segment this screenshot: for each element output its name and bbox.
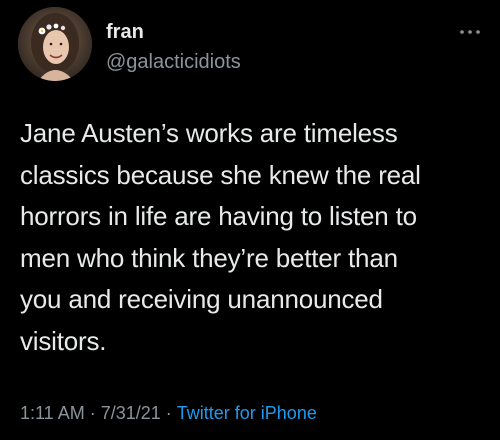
tweet-text-line: you and receiving unannounced [20,284,383,314]
tweet-metadata: 1:11 AM · 7/31/21 · Twitter for iPhone [20,402,317,424]
meta-separator: · [165,403,172,423]
user-handle[interactable]: @galacticidiots [106,50,241,74]
tweet-text-line: visitors. [20,325,107,356]
meta-separator: · [89,403,96,423]
tweet-date[interactable]: 7/31/21 [101,403,161,423]
more-options-button[interactable] [456,22,484,42]
tweet-text-line: horrors in life are having to listen to [20,201,417,231]
tweet-card: fran @galacticidiots Jane Austen’s works… [0,0,500,440]
tweet-text: Jane Austen’s works are timeless classic… [20,113,490,362]
tweet-text-line: classics because she knew the real [20,159,421,190]
tweet-time[interactable]: 1:11 AM [20,403,85,423]
tweet-source-link[interactable]: Twitter for iPhone [177,403,317,423]
tweet-text-line: Jane Austen’s works are timeless [20,118,398,148]
tweet-text-line: men who think they’re better than [20,242,398,273]
avatar[interactable] [18,7,92,81]
display-name[interactable]: fran [106,20,144,44]
more-horizontal-icon [460,30,480,34]
avatar-photo [18,7,92,81]
